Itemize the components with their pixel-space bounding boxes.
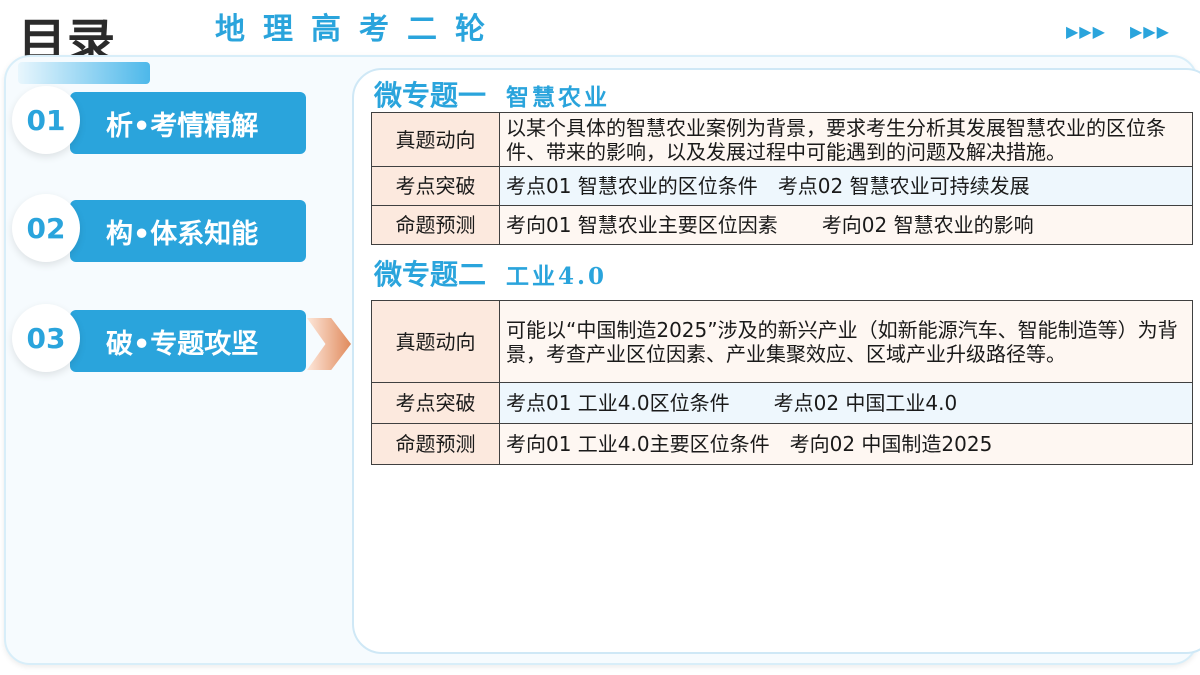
row-content: 考点01 智慧农业的区位条件 考点02 智慧农业可持续发展 (499, 166, 1193, 206)
row-item: 考点02 中国工业4.0 (773, 391, 958, 415)
topic-name: 工业4.0 (506, 263, 608, 290)
row-item: 考向02 智慧农业的影响 (821, 213, 1034, 237)
row-header: 真题动向 (371, 112, 500, 167)
row-header: 命题预测 (371, 423, 500, 465)
table-row: 真题动向 可能以“中国制造2025”涉及的新兴产业（如新能源汽车、智能制造等）为… (371, 300, 1193, 383)
row-header: 真题动向 (371, 300, 500, 383)
nav-number-badge: 03 (12, 304, 80, 372)
row-header: 命题预测 (371, 205, 500, 245)
topic-name: 智慧农业 (506, 84, 611, 111)
nav-item-topics[interactable]: 03 破•专题攻坚 (12, 304, 312, 384)
row-item: 考点01 工业4.0区位条件 (506, 391, 730, 415)
table-row: 命题预测 考向01 智慧农业主要区位因素 考向02 智慧农业的影响 (371, 205, 1193, 245)
row-content: 可能以“中国制造2025”涉及的新兴产业（如新能源汽车、智能制造等）为背景，考查… (499, 300, 1193, 383)
topic-table: 真题动向 可能以“中国制造2025”涉及的新兴产业（如新能源汽车、智能制造等）为… (371, 300, 1193, 465)
row-item: 考向01 工业4.0主要区位条件 (506, 432, 770, 456)
table-row: 真题动向 以某个具体的智慧农业案例为背景，要求考生分析其发展智慧农业的区位条件、… (371, 112, 1193, 167)
row-content: 考向01 智慧农业主要区位因素 考向02 智慧农业的影响 (499, 205, 1193, 245)
table-row: 考点突破 考点01 工业4.0区位条件 考点02 中国工业4.0 (371, 382, 1193, 424)
row-header: 考点突破 (371, 382, 500, 424)
topic-table: 真题动向 以某个具体的智慧农业案例为背景，要求考生分析其发展智慧农业的区位条件、… (371, 112, 1193, 245)
forward-arrows-icon: ▶▶▶ (1130, 22, 1170, 41)
nav-number-badge: 02 (12, 194, 80, 262)
nav-item-label[interactable]: 构•体系知能 (70, 200, 306, 262)
topic-label: 微专题一 (374, 79, 487, 112)
row-item: 考点02 智慧农业可持续发展 (777, 174, 1030, 198)
nav-item-analysis[interactable]: 01 析•考情精解 (12, 86, 312, 166)
topic-label: 微专题二 (374, 258, 487, 291)
table-row: 考点突破 考点01 智慧农业的区位条件 考点02 智慧农业可持续发展 (371, 166, 1193, 206)
row-item: 考点01 智慧农业的区位条件 (506, 174, 758, 198)
course-title: 地理高考二轮 (215, 12, 503, 47)
row-content: 考向01 工业4.0主要区位条件 考向02 中国制造2025 (499, 423, 1193, 465)
forward-arrows-icon: ▶▶▶ (1066, 22, 1106, 41)
nav-item-label[interactable]: 析•考情精解 (70, 92, 306, 154)
nav-item-system[interactable]: 02 构•体系知能 (12, 194, 312, 274)
row-header: 考点突破 (371, 166, 500, 206)
topic-heading: 微专题二 工业4.0 (374, 253, 607, 293)
topic-heading: 微专题一 智慧农业 (374, 74, 610, 114)
row-item: 考向01 智慧农业主要区位因素 (506, 213, 778, 237)
row-item: 考向02 中国制造2025 (789, 432, 993, 456)
decorative-bar (18, 62, 150, 84)
nav-number-badge: 01 (12, 86, 80, 154)
row-content: 以某个具体的智慧农业案例为背景，要求考生分析其发展智慧农业的区位条件、带来的影响… (499, 112, 1193, 167)
table-row: 命题预测 考向01 工业4.0主要区位条件 考向02 中国制造2025 (371, 423, 1193, 465)
row-content: 考点01 工业4.0区位条件 考点02 中国工业4.0 (499, 382, 1193, 424)
nav-item-label[interactable]: 破•专题攻坚 (70, 310, 306, 372)
